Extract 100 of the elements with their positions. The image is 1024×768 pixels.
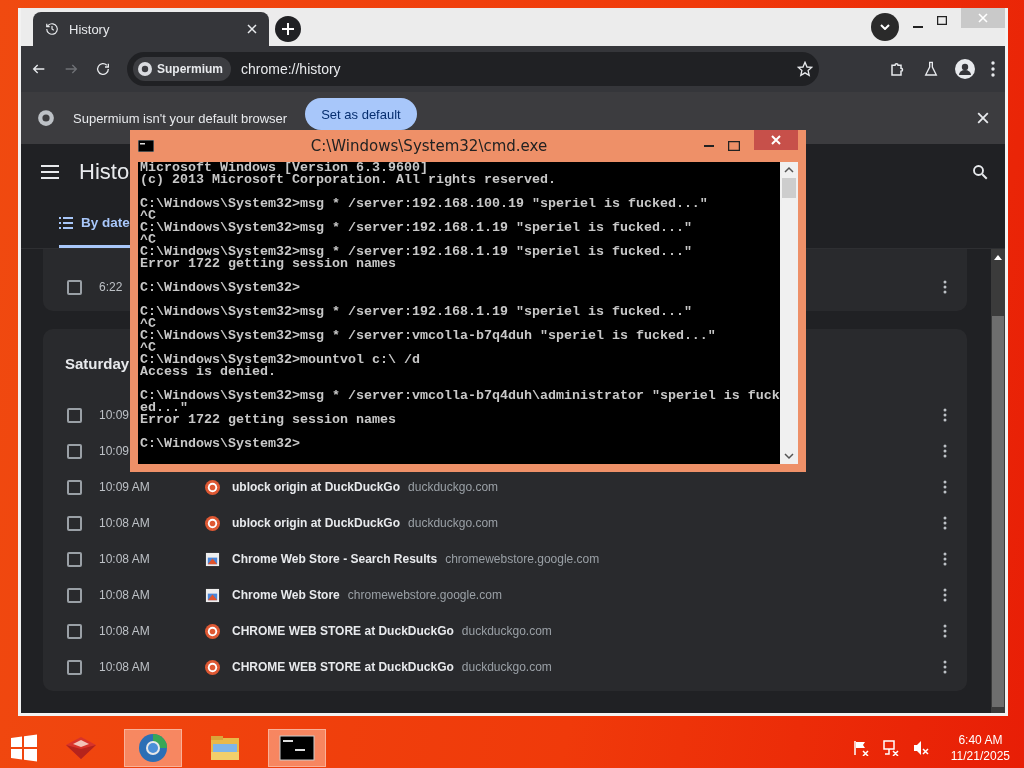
checkbox[interactable] — [67, 659, 82, 675]
page-link[interactable]: Chrome Web Store — [232, 588, 340, 602]
store-icon — [205, 551, 220, 567]
more-icon[interactable] — [943, 516, 947, 530]
checkbox[interactable] — [67, 443, 82, 459]
duckduckgo-icon — [205, 479, 220, 495]
console-line: ^C — [140, 234, 156, 246]
checkbox[interactable] — [67, 515, 82, 531]
console-line: C:\Windows\System32>msg * /server:vmcolla-b7q4duh\administrator "speriel is fuck — [140, 390, 780, 402]
console-line: (c) 2013 Microsoft Corporation. All rights reserved. — [140, 174, 557, 186]
console-line: C:\Windows\System32>msg * /server:192.168.1.19 "speriel is fucked..." — [140, 246, 693, 258]
console-line: C:\Windows\System32>msg * /server:vmcolla-b7q4duh "speriel is fucked..." — [140, 330, 717, 342]
taskbar-app[interactable] — [268, 729, 326, 767]
close-icon[interactable] — [247, 24, 257, 34]
plus-icon — [282, 23, 294, 35]
page-link[interactable]: ublock origin at DuckDuckGo — [232, 516, 401, 530]
more-icon[interactable] — [943, 660, 947, 674]
domain-text: chromewebstore.google.com — [347, 588, 503, 602]
visit-time: 10:08 AM — [99, 516, 150, 530]
scroll-up-icon[interactable] — [994, 255, 1002, 260]
console-line: C:\Windows\System32>msg * /server:192.168.1.19 "speriel is fucked..." — [140, 306, 693, 318]
history-icon — [45, 22, 59, 36]
menu-icon[interactable] — [991, 61, 995, 77]
close-button[interactable] — [754, 130, 798, 150]
visit-time: 10:08 AM — [99, 588, 150, 602]
more-icon[interactable] — [943, 588, 947, 602]
network-icon[interactable] — [882, 740, 899, 756]
checkbox[interactable] — [67, 551, 82, 567]
browser-logo-icon — [37, 109, 55, 127]
console-line: Access is denied. — [140, 366, 276, 378]
domain-text: duckduckgo.com — [408, 480, 500, 494]
checkbox[interactable] — [67, 587, 82, 603]
checkbox[interactable] — [67, 407, 82, 423]
page-link[interactable]: CHROME WEB STORE at DuckDuckGo — [232, 660, 454, 674]
url-text: chrome://history — [241, 61, 342, 77]
clock-date: 11/21/2025 — [950, 749, 1010, 763]
console-line: ^C — [140, 342, 156, 354]
address-bar[interactable]: Supermium chrome://history — [127, 52, 819, 86]
visit-time: 10:08 AM — [99, 660, 150, 674]
console-line: C:\Windows\System32>msg * /server:192.168.100.19 "speriel is fucked..." — [140, 198, 709, 210]
scrollbar-thumb[interactable] — [992, 316, 1004, 707]
close-icon[interactable] — [977, 112, 989, 124]
page-link[interactable]: Chrome Web Store - Search Results — [232, 552, 438, 566]
set-default-button[interactable]: Set as default — [305, 98, 417, 130]
page-link[interactable]: ublock origin at DuckDuckGo — [232, 480, 401, 494]
more-icon[interactable] — [943, 444, 947, 458]
chevron-down-icon — [880, 24, 890, 30]
store-icon — [205, 587, 220, 603]
day-heading: Saturday — [65, 355, 130, 372]
visit-time: 10:09 — [99, 444, 130, 458]
browser-icon[interactable] — [138, 733, 168, 763]
scrollbar[interactable] — [780, 162, 798, 464]
console-line: C:\Windows\System32> — [140, 438, 301, 450]
maximize-icon[interactable] — [728, 141, 740, 151]
console-icon[interactable] — [279, 735, 315, 761]
site-chip[interactable]: Supermium — [133, 57, 231, 81]
console-line: C:\Windows\System32>msg * /server:192.168.1.19 "speriel is fucked..." — [140, 222, 693, 234]
page-title: Histo — [79, 159, 130, 185]
domain-text: duckduckgo.com — [461, 660, 553, 674]
more-icon[interactable] — [943, 280, 947, 294]
more-icon[interactable] — [943, 480, 947, 494]
infobar-message: Supermium isn't your default browser — [73, 110, 288, 126]
scrollbar[interactable] — [991, 249, 1005, 713]
console-line: ed..." — [140, 402, 188, 414]
scrollbar-thumb[interactable] — [782, 178, 796, 198]
more-icon[interactable] — [943, 408, 947, 422]
page-link[interactable]: CHROME WEB STORE at DuckDuckGo — [232, 624, 454, 638]
search-icon[interactable] — [971, 163, 989, 181]
checkbox[interactable] — [67, 623, 82, 639]
speaker-muted-icon[interactable] — [912, 740, 929, 756]
more-icon[interactable] — [943, 624, 947, 638]
flask-icon[interactable] — [923, 61, 939, 77]
maximize-icon[interactable] — [937, 16, 947, 25]
console-line: Error 1722 getting session names — [140, 258, 397, 270]
duckduckgo-icon — [205, 623, 220, 639]
console-icon — [138, 140, 154, 152]
browser-tab[interactable]: History — [33, 12, 269, 46]
scroll-up-icon[interactable] — [784, 166, 794, 174]
checkbox[interactable] — [67, 279, 82, 295]
reload-icon[interactable] — [95, 61, 111, 77]
flag-icon[interactable] — [852, 740, 869, 756]
new-tab-button[interactable] — [275, 16, 301, 42]
profile-icon[interactable] — [955, 59, 975, 79]
visit-time: 6:22 — [99, 280, 123, 294]
domain-text: chromewebstore.google.com — [445, 552, 601, 566]
checkbox[interactable] — [67, 479, 82, 495]
menu-icon[interactable] — [41, 165, 59, 179]
close-icon — [978, 13, 988, 23]
duckduckgo-icon — [205, 515, 220, 531]
star-icon[interactable] — [797, 61, 813, 77]
more-icon[interactable] — [943, 552, 947, 566]
clock[interactable]: 6:40 AM 11/21/2025 — [950, 733, 1010, 763]
visit-time: 10:08 AM — [99, 552, 150, 566]
list-icon — [59, 216, 73, 229]
start-icon[interactable] — [10, 734, 38, 762]
scroll-down-icon[interactable] — [784, 452, 794, 460]
folder-icon[interactable] — [209, 734, 241, 762]
box-icon[interactable] — [64, 735, 98, 761]
tab-search-button[interactable] — [871, 13, 899, 41]
visit-time: 10:08 AM — [99, 624, 150, 638]
